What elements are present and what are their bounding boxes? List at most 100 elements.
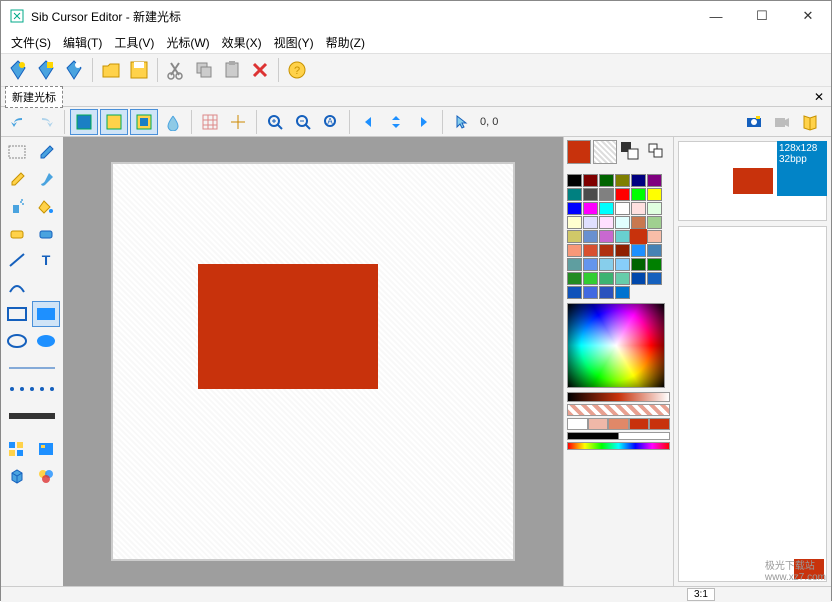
spray-tool[interactable] bbox=[3, 193, 31, 219]
rect-fill-tool[interactable] bbox=[32, 301, 60, 327]
canvas[interactable] bbox=[113, 164, 513, 559]
hue-slider[interactable] bbox=[567, 442, 670, 450]
eraser-tool[interactable] bbox=[3, 220, 31, 246]
palette-cell[interactable] bbox=[615, 202, 630, 215]
palette-cell[interactable] bbox=[599, 202, 614, 215]
palette-preset-tool[interactable] bbox=[32, 436, 60, 462]
layer3-button[interactable] bbox=[130, 109, 158, 135]
palette-cell[interactable] bbox=[631, 216, 646, 229]
delete-button[interactable] bbox=[247, 57, 273, 83]
default-colors-icon[interactable] bbox=[645, 140, 669, 164]
hotspot-button[interactable] bbox=[225, 109, 251, 135]
palette-cell[interactable] bbox=[647, 258, 662, 271]
replace-color-tool[interactable] bbox=[32, 220, 60, 246]
brightness-slider[interactable] bbox=[567, 392, 670, 402]
redo-button[interactable] bbox=[33, 109, 59, 135]
curve-tool[interactable] bbox=[3, 274, 31, 300]
palette-cell[interactable] bbox=[647, 188, 662, 201]
format-info[interactable]: 128x128 32bpp bbox=[777, 141, 827, 196]
palette-cell[interactable] bbox=[631, 230, 646, 243]
nav-left-button[interactable] bbox=[355, 109, 381, 135]
palette-cell[interactable] bbox=[631, 258, 646, 271]
document-tab[interactable]: 新建光标 bbox=[5, 86, 63, 108]
palette-cell[interactable] bbox=[647, 230, 662, 243]
palette-cell[interactable] bbox=[631, 244, 646, 257]
zoom-out-button[interactable] bbox=[290, 109, 316, 135]
palette-cell[interactable] bbox=[567, 286, 582, 299]
book-button[interactable] bbox=[797, 109, 823, 135]
palette-cell[interactable] bbox=[599, 174, 614, 187]
copy-button[interactable] bbox=[191, 57, 217, 83]
palette-cell[interactable] bbox=[567, 272, 582, 285]
bw-slider[interactable] bbox=[567, 432, 670, 440]
palette-cell[interactable] bbox=[567, 174, 582, 187]
palette-cell[interactable] bbox=[615, 216, 630, 229]
tint-bar[interactable] bbox=[567, 418, 670, 430]
cube-tool[interactable] bbox=[3, 463, 31, 489]
select-rect-tool[interactable] bbox=[3, 139, 31, 165]
palette-cell[interactable] bbox=[567, 188, 582, 201]
minimize-button[interactable]: — bbox=[693, 1, 739, 31]
grid-preset-tool[interactable] bbox=[3, 436, 31, 462]
line-tool[interactable] bbox=[3, 247, 31, 273]
layer1-button[interactable] bbox=[70, 109, 98, 135]
palette-cell[interactable] bbox=[631, 202, 646, 215]
zoom-fit-button[interactable]: A bbox=[318, 109, 344, 135]
pointer-button[interactable] bbox=[448, 109, 474, 135]
menu-cursor[interactable]: 光标(W) bbox=[160, 32, 215, 53]
pattern-bar[interactable] bbox=[567, 404, 670, 416]
video-button[interactable] bbox=[769, 109, 795, 135]
swap-colors-icon[interactable] bbox=[619, 140, 643, 164]
palette-cell[interactable] bbox=[599, 258, 614, 271]
drop-button[interactable] bbox=[160, 109, 186, 135]
menu-help[interactable]: 帮助(Z) bbox=[320, 32, 371, 53]
foreground-swatch[interactable] bbox=[567, 140, 591, 164]
palette-cell[interactable] bbox=[567, 258, 582, 271]
help-button[interactable]: ? bbox=[284, 57, 310, 83]
new-lib-button[interactable] bbox=[61, 57, 87, 83]
save-button[interactable] bbox=[126, 57, 152, 83]
brush-tool[interactable] bbox=[32, 166, 60, 192]
palette-cell[interactable] bbox=[615, 272, 630, 285]
palette-cell[interactable] bbox=[583, 272, 598, 285]
zoom-ratio[interactable]: 3:1 bbox=[687, 588, 715, 601]
maximize-button[interactable]: ☐ bbox=[739, 1, 785, 31]
new-cursor-button[interactable] bbox=[5, 57, 31, 83]
tab-close-button[interactable]: ✕ bbox=[811, 89, 827, 105]
palette-cell[interactable] bbox=[599, 244, 614, 257]
nav-updown-button[interactable] bbox=[383, 109, 409, 135]
palette-cell[interactable] bbox=[615, 244, 630, 257]
color-picker-wheel[interactable] bbox=[567, 303, 665, 388]
palette-cell[interactable] bbox=[647, 272, 662, 285]
ellipse-fill-tool[interactable] bbox=[32, 328, 60, 354]
layer2-button[interactable] bbox=[100, 109, 128, 135]
palette-cell[interactable] bbox=[567, 244, 582, 257]
palette-cell[interactable] bbox=[631, 188, 646, 201]
cut-button[interactable] bbox=[163, 57, 189, 83]
palette-cell[interactable] bbox=[647, 174, 662, 187]
palette-cell[interactable] bbox=[631, 272, 646, 285]
palette-cell[interactable] bbox=[583, 174, 598, 187]
palette-cell[interactable] bbox=[583, 258, 598, 271]
grid-button[interactable] bbox=[197, 109, 223, 135]
pattern-dots-tool[interactable] bbox=[3, 382, 61, 396]
palette-cell[interactable] bbox=[583, 244, 598, 257]
close-button[interactable]: ✕ bbox=[785, 1, 831, 31]
menu-file[interactable]: 文件(S) bbox=[5, 32, 57, 53]
palette-cell[interactable] bbox=[583, 202, 598, 215]
palette-cell[interactable] bbox=[631, 174, 646, 187]
background-swatch[interactable] bbox=[593, 140, 617, 164]
palette-cell[interactable] bbox=[599, 216, 614, 229]
new-ani-button[interactable] bbox=[33, 57, 59, 83]
palette-cell[interactable] bbox=[615, 258, 630, 271]
palette-cell[interactable] bbox=[567, 216, 582, 229]
text-tool[interactable]: T bbox=[32, 247, 60, 273]
size-1-tool[interactable] bbox=[3, 355, 61, 381]
fill-tool[interactable] bbox=[32, 193, 60, 219]
palette-cell[interactable] bbox=[567, 202, 582, 215]
palette-cell[interactable] bbox=[615, 230, 630, 243]
palette-cell[interactable] bbox=[599, 272, 614, 285]
menu-edit[interactable]: 编辑(T) bbox=[57, 32, 108, 53]
palette-cell[interactable] bbox=[615, 188, 630, 201]
palette-cell[interactable] bbox=[599, 286, 614, 299]
